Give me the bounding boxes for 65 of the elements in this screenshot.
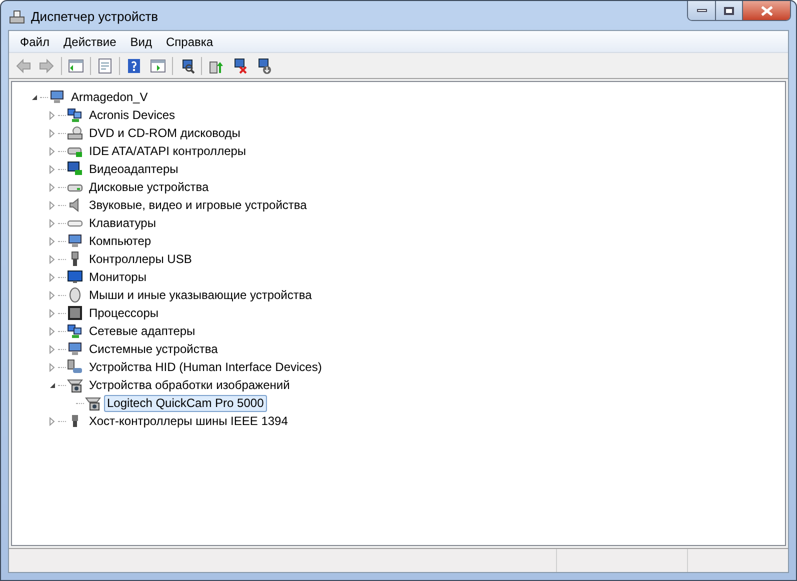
expand-arrow-icon[interactable] [48, 218, 57, 228]
tree-item[interactable]: Устройства обработки изображений [86, 376, 293, 394]
expand-arrow-icon[interactable] [48, 290, 57, 300]
expand-arrow-icon[interactable] [48, 200, 57, 210]
expand-arrow-icon[interactable] [48, 146, 57, 156]
tree-item[interactable]: Контроллеры USB [86, 250, 195, 268]
tree-item[interactable]: Устройства HID (Human Interface Devices) [86, 358, 325, 376]
tree-item[interactable]: Мониторы [86, 268, 150, 286]
scanner-camera-icon [85, 395, 101, 411]
tree-item[interactable]: Процессоры [86, 304, 162, 322]
action-pane-icon[interactable] [150, 58, 166, 74]
tree-item[interactable]: Armagedon_V [68, 88, 151, 106]
display-card-icon [67, 161, 83, 177]
collapse-arrow-icon[interactable] [30, 92, 39, 102]
tree-item[interactable]: Компьютер [86, 232, 154, 250]
tree-item[interactable]: Видеоадаптеры [86, 160, 182, 178]
disc-drive-icon [67, 125, 83, 141]
tree-item[interactable]: Звуковые, видео и игровые устройства [86, 196, 310, 214]
expand-arrow-icon[interactable] [48, 362, 57, 372]
expand-arrow-icon[interactable] [48, 308, 57, 318]
monitor-icon [67, 269, 83, 285]
computer-icon [49, 89, 65, 105]
menu-item[interactable]: Справка [159, 32, 220, 50]
menu-item[interactable]: Файл [13, 32, 57, 50]
tree-item[interactable]: Мыши и иные указывающие устройства [86, 286, 315, 304]
tree-item[interactable]: DVD и CD-ROM дисководы [86, 124, 244, 142]
window-title: Диспетчер устройств [31, 8, 158, 26]
expand-arrow-icon[interactable] [48, 128, 57, 138]
tree-item[interactable]: IDE ATA/ATAPI контроллеры [86, 142, 250, 160]
tree-item[interactable]: Дисковые устройства [86, 178, 212, 196]
device-x-icon[interactable] [232, 58, 248, 74]
console-tree-icon[interactable] [68, 58, 84, 74]
minimize-button[interactable] [688, 1, 716, 20]
tree-item[interactable]: Хост-контроллеры шины IEEE 1394 [86, 412, 291, 430]
network-icon [67, 107, 83, 123]
tree-item[interactable]: Системные устройства [86, 340, 221, 358]
scanner-camera-icon [67, 377, 83, 393]
close-icon [760, 6, 772, 16]
expand-arrow-icon[interactable] [48, 110, 57, 120]
expand-arrow-icon[interactable] [48, 254, 57, 264]
expand-arrow-icon[interactable] [48, 416, 57, 426]
close-button[interactable] [743, 1, 790, 20]
app-icon [9, 8, 25, 25]
expand-arrow-icon[interactable] [48, 344, 57, 354]
chip-icon [67, 305, 83, 321]
mouse-icon [67, 287, 83, 303]
network-icon [67, 323, 83, 339]
tree-item[interactable]: Acronis Devices [86, 106, 178, 124]
help-icon[interactable] [126, 58, 142, 74]
tree-item[interactable]: Клавиатуры [86, 214, 159, 232]
expand-arrow-icon[interactable] [48, 236, 57, 246]
tree-item[interactable]: Logitech QuickCam Pro 5000 [104, 394, 267, 412]
menu-item[interactable]: Действие [56, 32, 124, 50]
tree-item[interactable]: Сетевые адаптеры [86, 322, 198, 340]
maximize-button[interactable] [716, 1, 743, 20]
menu-item[interactable]: Вид [123, 32, 159, 50]
expand-arrow-icon[interactable] [48, 164, 57, 174]
expand-arrow-icon[interactable] [48, 182, 57, 192]
device-down-arrow-icon[interactable] [256, 58, 272, 74]
collapse-arrow-icon[interactable] [48, 380, 57, 390]
computer-icon [67, 341, 83, 357]
expand-arrow-icon[interactable] [48, 272, 57, 282]
computer-icon [67, 233, 83, 249]
expand-arrow-icon[interactable] [48, 326, 57, 336]
properties-icon[interactable] [97, 58, 113, 74]
